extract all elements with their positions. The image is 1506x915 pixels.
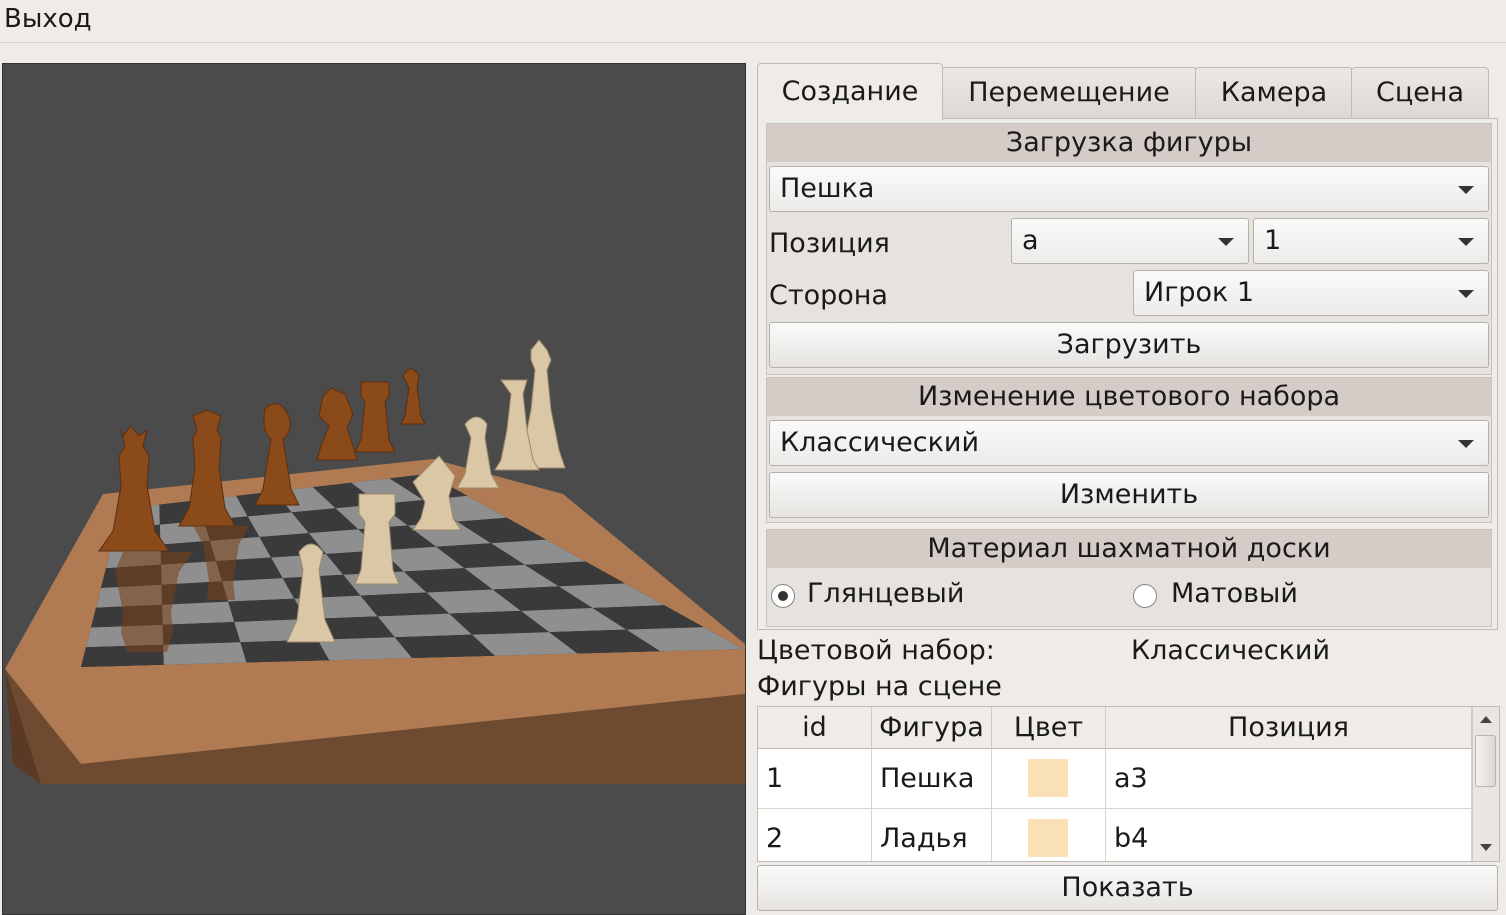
board-material-group: Материал шахматной доски Глянцевый Матов… — [766, 529, 1492, 627]
col-header-id[interactable]: id — [758, 707, 872, 749]
table-cell-piece[interactable]: Пешка — [872, 749, 992, 809]
glossy-radio[interactable] — [771, 584, 795, 608]
piece-select[interactable]: Пешка — [769, 166, 1489, 212]
tab-create[interactable]: Создание — [757, 63, 943, 120]
table-scrollbar[interactable] — [1472, 707, 1499, 861]
board-square — [240, 639, 330, 663]
chevron-down-icon — [1458, 290, 1474, 298]
scroll-down-icon[interactable] — [1473, 835, 1499, 861]
chevron-down-icon — [1458, 238, 1474, 246]
chevron-down-icon — [1458, 440, 1474, 448]
chess-3d-viewport[interactable] — [2, 63, 746, 915]
menu-exit[interactable]: Выход — [4, 4, 92, 34]
table-cell-piece[interactable]: Ладья — [872, 809, 992, 861]
table-cell-color[interactable] — [992, 749, 1106, 809]
show-button[interactable]: Показать — [757, 865, 1498, 911]
table-cell-id[interactable]: 1 — [758, 749, 872, 809]
scroll-up-icon[interactable] — [1473, 707, 1499, 733]
color-swatch — [1028, 759, 1068, 797]
board-square — [228, 598, 306, 622]
table-cell-id[interactable]: 2 — [758, 809, 872, 861]
board-material-title: Материал шахматной доски — [767, 530, 1491, 568]
chevron-down-icon — [1218, 238, 1234, 246]
side-select-value: Игрок 1 — [1144, 277, 1255, 308]
color-set-title: Изменение цветового набора — [767, 378, 1491, 416]
table-cell-position[interactable]: b4 — [1106, 809, 1472, 861]
color-set-info-label: Цветовой набор: — [757, 635, 995, 666]
col-header-color[interactable]: Цвет — [992, 707, 1106, 749]
chess-scene-render — [5, 339, 745, 784]
table-cell-position[interactable]: a3 — [1106, 749, 1472, 809]
menu-bar: Выход — [0, 0, 1506, 43]
color-set-select-value: Классический — [780, 427, 980, 458]
position-label: Позиция — [769, 228, 890, 259]
table-cell-color[interactable] — [992, 809, 1106, 861]
matte-radio[interactable] — [1133, 584, 1157, 608]
color-set-group: Изменение цветового набора Классический … — [766, 377, 1492, 523]
col-header-position[interactable]: Позиция — [1106, 707, 1472, 749]
tab-move[interactable]: Перемещение — [941, 67, 1197, 118]
rank-select-value: 1 — [1264, 225, 1282, 256]
load-piece-title: Загрузка фигуры — [767, 124, 1491, 162]
glossy-label[interactable]: Глянцевый — [807, 578, 964, 609]
rank-select[interactable]: 1 — [1253, 218, 1489, 264]
color-set-select[interactable]: Классический — [769, 420, 1489, 466]
board-square — [163, 642, 247, 665]
load-piece-group: Загрузка фигуры Пешка Позиция a 1 Сторон… — [766, 123, 1492, 375]
pieces-table: id Фигура Цвет Позиция 1 Пешка a3 2 Ладь… — [757, 706, 1500, 862]
side-select[interactable]: Игрок 1 — [1133, 270, 1489, 316]
file-select-value: a — [1022, 225, 1039, 256]
color-set-info-value: Классический — [1131, 635, 1331, 666]
tab-bar: Создание Перемещение Камера Сцена — [757, 63, 1498, 120]
chevron-down-icon — [1458, 186, 1474, 194]
col-header-piece[interactable]: Фигура — [872, 707, 992, 749]
piece-select-value: Пешка — [780, 173, 875, 204]
pieces-on-scene-label: Фигуры на сцене — [757, 671, 1002, 702]
tab-camera[interactable]: Камера — [1195, 67, 1353, 118]
scroll-thumb[interactable] — [1475, 735, 1496, 787]
change-button[interactable]: Изменить — [769, 472, 1489, 518]
matte-label[interactable]: Матовый — [1171, 578, 1298, 609]
tab-pane-create: Загрузка фигуры Пешка Позиция a 1 Сторон… — [757, 118, 1498, 630]
board-square — [162, 601, 235, 625]
side-label: Сторона — [769, 280, 888, 311]
color-swatch — [1028, 819, 1068, 857]
tab-scene[interactable]: Сцена — [1351, 67, 1489, 118]
board-square — [162, 621, 241, 645]
load-button[interactable]: Загрузить — [769, 322, 1489, 368]
file-select[interactable]: a — [1011, 218, 1249, 264]
